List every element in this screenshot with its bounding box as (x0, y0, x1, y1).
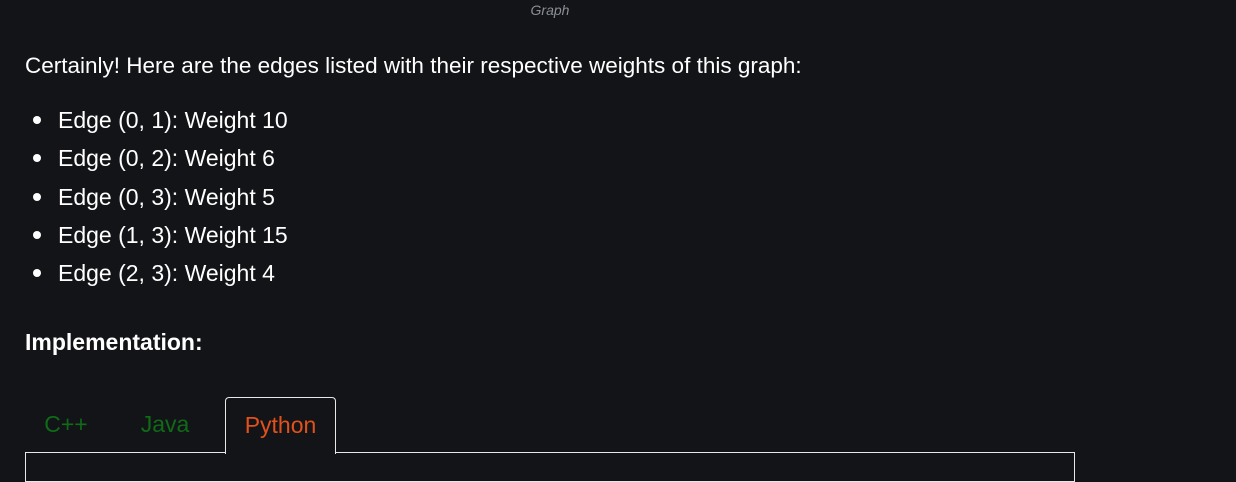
edge-text: Edge (2, 3): Weight 4 (58, 260, 275, 287)
edge-text: Edge (0, 3): Weight 5 (58, 183, 275, 210)
list-item: Edge (0, 3): Weight 5 (25, 178, 288, 216)
edge-text: Edge (1, 3): Weight 15 (58, 222, 288, 249)
edge-list: Edge (0, 1): Weight 10 Edge (0, 2): Weig… (25, 101, 288, 292)
bullet-icon (33, 269, 41, 278)
code-panel (25, 452, 1075, 482)
bullet-icon (33, 116, 41, 125)
list-item: Edge (0, 2): Weight 6 (25, 139, 288, 177)
implementation-heading: Implementation: (25, 329, 203, 355)
list-item: Edge (1, 3): Weight 15 (25, 216, 288, 254)
image-caption: Graph (530, 2, 570, 18)
bullet-icon (33, 192, 41, 201)
edge-text: Edge (0, 1): Weight 10 (58, 107, 288, 134)
intro-text: Certainly! Here are the edges listed wit… (25, 53, 802, 78)
list-item: Edge (2, 3): Weight 4 (25, 254, 288, 292)
edge-text: Edge (0, 2): Weight 6 (58, 145, 275, 172)
language-tabs: C++ Java Python (25, 397, 1075, 454)
tab-cpp[interactable]: C++ (25, 397, 107, 452)
tab-python[interactable]: Python (225, 397, 336, 454)
list-item: Edge (0, 1): Weight 10 (25, 101, 288, 139)
bullet-icon (33, 154, 41, 163)
bullet-icon (33, 231, 41, 240)
tab-java[interactable]: Java (120, 397, 210, 452)
